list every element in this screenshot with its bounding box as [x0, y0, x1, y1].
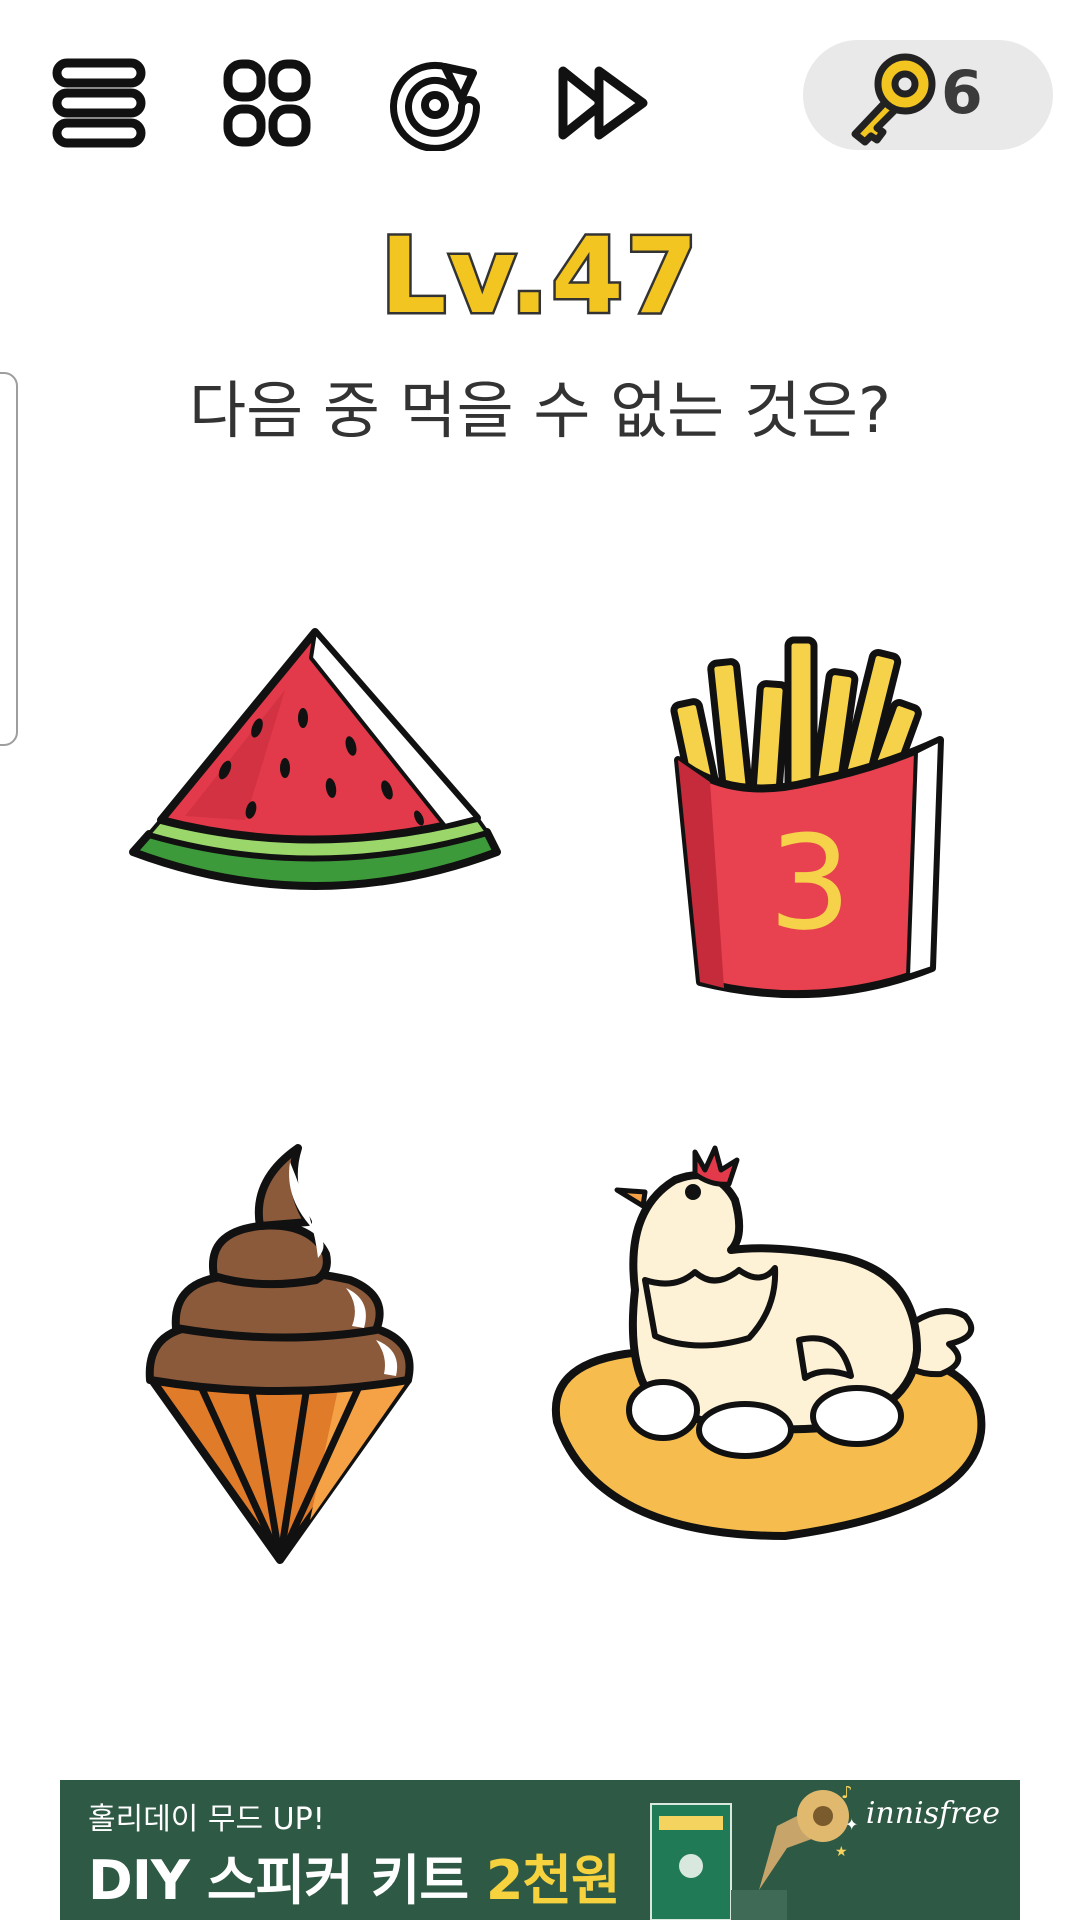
grid-icon: [223, 59, 311, 147]
choice-watermelon[interactable]: [125, 620, 505, 920]
ice-cream-cone-icon: [145, 1144, 414, 1564]
svg-text:✦: ✦: [845, 1815, 858, 1834]
question-text: 다음 중 먹을 수 없는 것은?: [189, 374, 891, 447]
fries-box-label: 3: [769, 807, 852, 959]
skip-button[interactable]: [548, 48, 658, 158]
french-fries-icon: 3: [670, 636, 944, 999]
svg-text:★: ★: [835, 1844, 848, 1860]
keys-counter[interactable]: 6: [803, 40, 1053, 150]
watermelon-icon: [129, 628, 501, 890]
choice-hen-on-eggs[interactable]: [545, 1140, 990, 1550]
level-title: Lv.47: [378, 213, 701, 340]
restart-icon: [390, 61, 480, 151]
svg-text:♪: ♪: [841, 1786, 853, 1803]
ad-subtitle: 홀리데이 무드 UP!: [88, 1802, 325, 1837]
ad-title-accent: 2천원: [485, 1849, 621, 1912]
game-screen: 6 Lv.47 다음 중 먹을 수 없는 것은? 3 홀리데이 무드 UP! D…: [0, 0, 1080, 1920]
ad-brand: innisfree: [865, 1796, 1000, 1831]
menu-icon: [52, 58, 146, 148]
menu-button[interactable]: [44, 48, 154, 158]
ad-title-main: DIY 스피커 키트: [88, 1849, 486, 1912]
restart-button[interactable]: [380, 48, 490, 158]
key-icon: [851, 53, 936, 146]
choice-ice-cream[interactable]: [140, 1140, 420, 1570]
ad-banner[interactable]: 홀리데이 무드 UP! DIY 스피커 키트 2천원 ♪ ✦ ★ innisfr…: [60, 1780, 1020, 1920]
keys-count: 6: [941, 58, 983, 128]
choice-french-fries[interactable]: 3: [670, 632, 950, 1022]
ad-title: DIY 스피커 키트 2천원: [88, 1836, 621, 1915]
levels-button[interactable]: [212, 48, 322, 158]
fast-forward-icon: [558, 66, 648, 140]
hen-on-eggs-icon: [551, 1145, 986, 1540]
